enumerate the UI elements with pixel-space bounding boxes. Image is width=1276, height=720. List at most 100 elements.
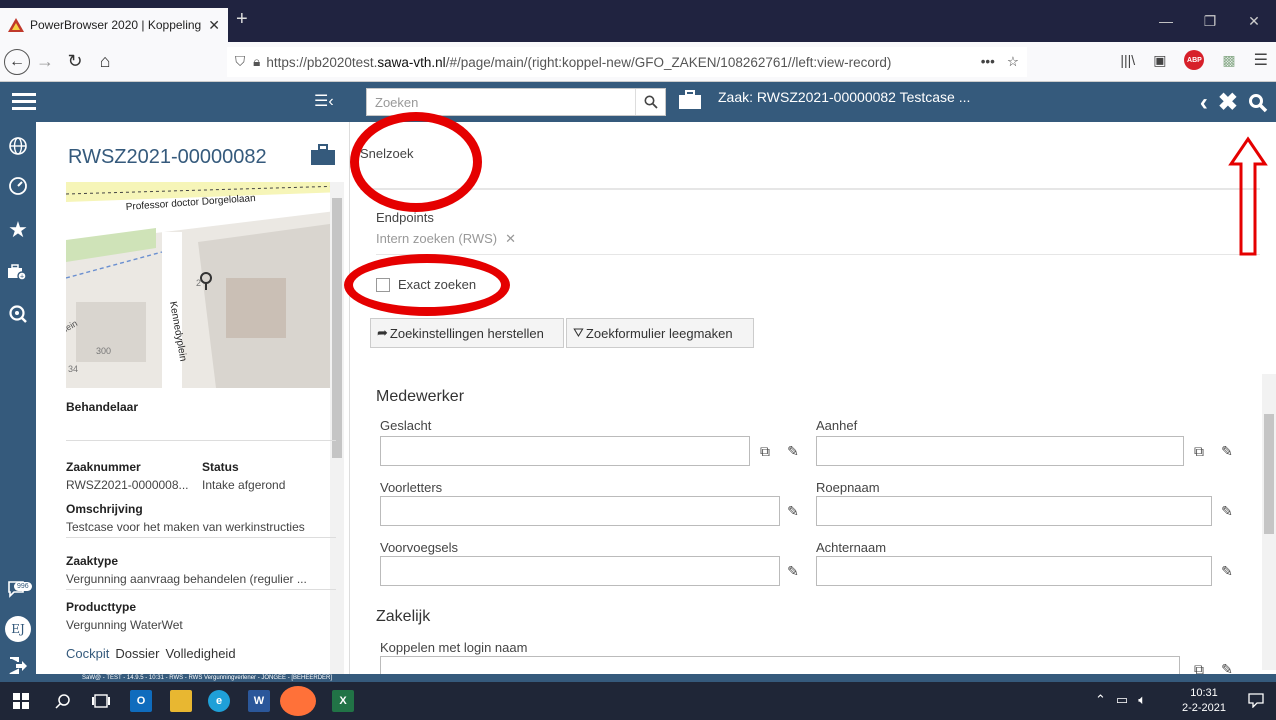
form-scrollbar[interactable] [1262, 374, 1276, 670]
app-header: ☰‹ Zoeken Zaak: RWSZ2021-00000082 Testca… [0, 82, 1276, 122]
taskbar-search-icon[interactable] [52, 690, 74, 712]
reset-settings-button[interactable]: ➦ Zoekinstellingen herstellen [370, 318, 564, 348]
geslacht-label: Geslacht [380, 418, 432, 433]
zakelijk-heading: Zakelijk [376, 608, 431, 625]
record-id: RWSZ2021-00000082 [68, 146, 267, 168]
globe-icon[interactable] [6, 134, 30, 158]
omschrijving-value: Testcase voor het maken van werkinstruct… [66, 520, 305, 534]
chevron-up-icon[interactable]: ⌃ [1095, 692, 1106, 708]
clear-field-icon[interactable]: ✎ [1216, 500, 1238, 522]
annotation-arrow-up [1228, 136, 1268, 256]
annotation-oval-snelzoek [350, 112, 482, 212]
tab-volledigheid[interactable]: Volledigheid [165, 646, 235, 661]
back-icon[interactable]: ← [4, 48, 30, 75]
page-actions-icon[interactable]: ••• [981, 54, 995, 70]
status-label: Status [202, 460, 239, 474]
endpoint-chip: Intern zoeken (RWS) ✕ [376, 231, 516, 247]
dashboard-icon[interactable] [6, 174, 30, 198]
record-panel: RWSZ2021-00000082 Professor doctor Dorge… [36, 122, 350, 702]
tab-dossier[interactable]: Dossier [115, 646, 159, 661]
search-placeholder: Zoeken [375, 94, 419, 110]
briefcase-icon [678, 90, 702, 110]
bookmark-star-icon[interactable]: ☆ [1007, 54, 1019, 70]
task-view-icon[interactable] [90, 690, 112, 712]
minimize-icon[interactable]: — [1144, 13, 1188, 29]
clock-time: 10:31 [1190, 687, 1218, 699]
roepnaam-input[interactable] [816, 496, 1212, 526]
voorvoegsels-input[interactable] [380, 556, 780, 586]
clear-field-icon[interactable]: ✎ [782, 440, 804, 462]
add-case-icon[interactable]: + [6, 260, 30, 284]
open-external-icon[interactable]: ⧉ [1188, 440, 1210, 462]
notification-icon[interactable] [1248, 692, 1264, 708]
browser-tab[interactable]: PowerBrowser 2020 | Koppeling ✕ [0, 8, 228, 42]
tab-close-icon[interactable]: ✕ [208, 17, 220, 34]
clock[interactable]: 10:31 2-2-2021 [1182, 686, 1226, 716]
location-map[interactable]: Professor doctor Dorgelolaan Kennedyplei… [66, 182, 344, 388]
roepnaam-label: Roepnaam [816, 480, 880, 495]
hamburger-menu-icon[interactable] [12, 92, 36, 112]
lock-icon: 🔒︎ [253, 54, 261, 69]
chip-remove-icon[interactable]: ✕ [505, 231, 516, 247]
achternaam-input[interactable] [816, 556, 1212, 586]
clear-field-icon[interactable]: ✎ [1216, 560, 1238, 582]
browser-tab-bar: PowerBrowser 2020 | Koppeling ✕ + — ❐ ✕ [0, 0, 1276, 42]
open-external-icon[interactable]: ⧉ [754, 440, 776, 462]
record-briefcase-icon[interactable] [310, 144, 336, 166]
forward-icon[interactable]: → [30, 51, 60, 72]
library-icon[interactable]: |||\ [1120, 52, 1135, 68]
medewerker-heading: Medewerker [376, 388, 465, 405]
koppelen-input[interactable] [380, 656, 1180, 674]
tab-cockpit[interactable]: Cockpit [66, 646, 109, 661]
avatar[interactable]: EJ [5, 616, 31, 642]
back-chevron-icon[interactable]: ‹ [1200, 89, 1208, 117]
header-search-icon[interactable] [1248, 93, 1268, 113]
search-icon[interactable] [635, 89, 665, 115]
zaaktype-value: Vergunning aanvraag behandelen (regulier… [66, 572, 307, 586]
windows-start-icon[interactable] [10, 690, 32, 712]
firefox-icon[interactable] [280, 686, 316, 716]
system-tray: ⌃ ▭ 🔈︎ [1095, 692, 1146, 708]
behandelaar-label: Behandelaar [66, 400, 139, 414]
behandelaar-block: Behandelaar [66, 400, 336, 414]
status-value: Intake afgerond [202, 478, 286, 492]
snelzoek-input[interactable] [360, 160, 1260, 190]
home-icon[interactable]: ⌂ [90, 51, 120, 72]
clear-field-icon[interactable]: ✎ [1216, 440, 1238, 462]
file-explorer-icon[interactable] [170, 690, 192, 712]
url-bar[interactable]: ⛉ 🔒︎ https://pb2020test.sawa-vth.nl/#/pa… [227, 47, 1027, 77]
clear-field-icon[interactable]: ✎ [782, 560, 804, 582]
close-icon[interactable]: ✖ [1218, 88, 1238, 117]
zaaktype-block: Zaaktype Vergunning aanvraag behandelen … [66, 554, 336, 590]
reader-view-icon[interactable]: ▣ [1153, 52, 1166, 69]
adblock-icon[interactable]: ABP [1184, 50, 1205, 70]
reload-icon[interactable]: ↻ [60, 51, 90, 72]
tab-title: PowerBrowser 2020 | Koppeling [30, 18, 202, 32]
search-target-icon[interactable] [6, 302, 30, 326]
network-icon[interactable]: ▭ [1116, 692, 1128, 708]
geslacht-select[interactable] [380, 436, 750, 466]
window-close-icon[interactable]: ✕ [1232, 13, 1276, 30]
zaaknummer-value: RWSZ2021-0000008... [66, 478, 189, 492]
zaaknummer-label: Zaaknummer [66, 460, 141, 474]
restore-icon[interactable]: ❐ [1188, 13, 1232, 30]
zaaktype-label: Zaaktype [66, 554, 119, 568]
search-form: Snelzoek Endpoints Intern zoeken (RWS) ✕… [344, 112, 1276, 682]
new-tab-button[interactable]: + [236, 8, 248, 31]
collapse-panel-icon[interactable]: ☰‹ [314, 91, 334, 111]
excel-icon[interactable]: X [332, 690, 354, 712]
reset-settings-label: Zoekinstellingen herstellen [389, 325, 544, 341]
aanhef-select[interactable] [816, 436, 1184, 466]
clear-field-icon[interactable]: ✎ [782, 500, 804, 522]
filter-clear-icon: ⛛ [573, 325, 584, 340]
menu-icon[interactable]: ☰ [1254, 50, 1268, 70]
star-icon[interactable]: ★ [6, 217, 30, 242]
outlook-icon[interactable]: O [130, 690, 152, 712]
clear-form-button[interactable]: ⛛ Zoekformulier leegmaken [566, 318, 754, 348]
word-icon[interactable]: W [248, 690, 270, 712]
endpoints-label: Endpoints [376, 210, 434, 225]
voorletters-input[interactable] [380, 496, 780, 526]
volume-icon[interactable]: 🔈︎ [1138, 692, 1146, 708]
extension-icon[interactable]: ▩ [1222, 52, 1235, 69]
edge-icon[interactable]: e [208, 690, 230, 712]
